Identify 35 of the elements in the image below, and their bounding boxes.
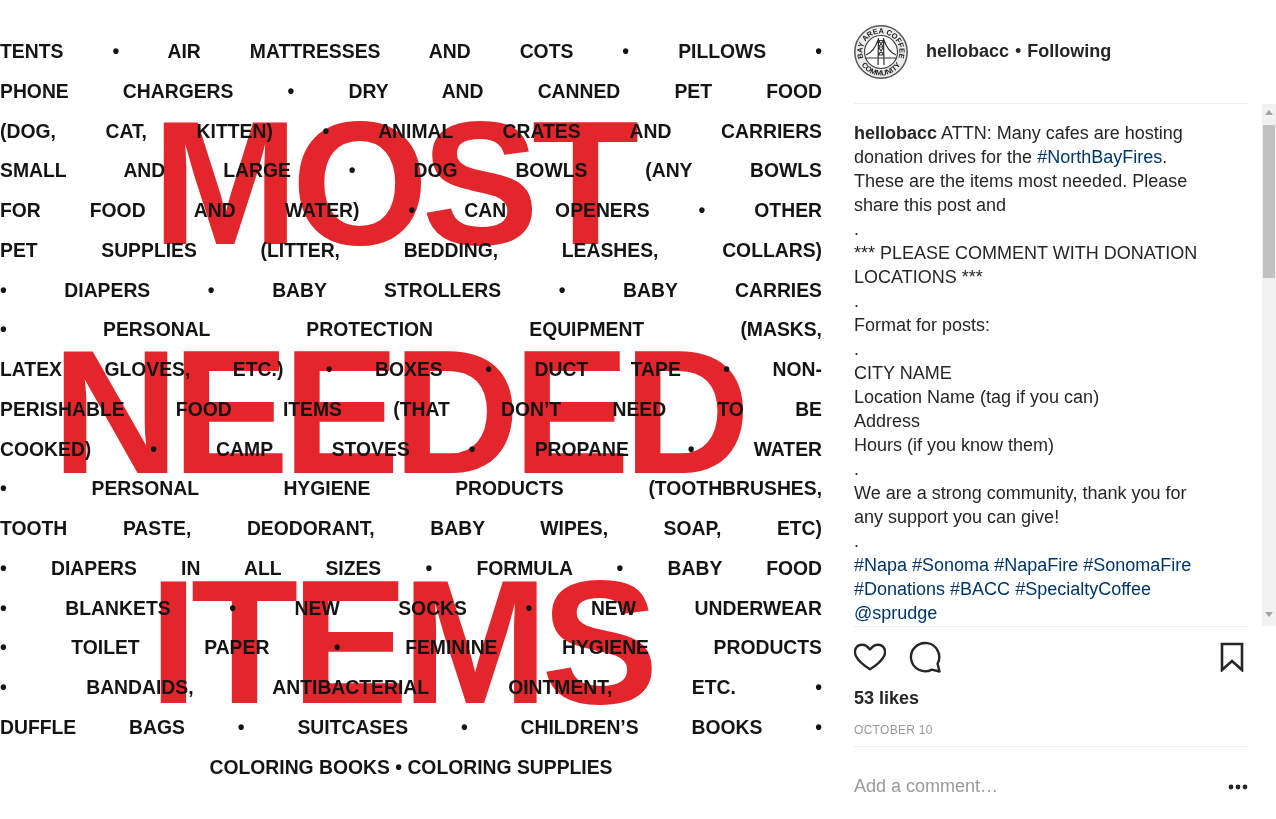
caption-text: hellobacc ATTN: Many cafes are hosting donation drives for the #NorthBayFires. These are the items most needed. Please share this post and (854, 122, 1189, 217)
caption-text: . (854, 338, 859, 361)
caption-text: . (854, 458, 859, 481)
caption-text: Hours (if you know them) (854, 434, 1055, 457)
comment-field[interactable]: Add a comment… (854, 771, 1216, 802)
caption-text: . (854, 290, 859, 313)
caption-text: *** PLEASE COMMENT WITH DONATION LOCATIONS *** (854, 242, 1199, 289)
hashtag-link[interactable]: #Sonoma (912, 555, 990, 575)
more-options-icon[interactable] (1228, 783, 1248, 790)
caption-text: We are a strong community, thank you for any support you can give! (854, 482, 1188, 529)
username-link[interactable]: hellobacc (854, 123, 938, 143)
separator-text: • (1015, 40, 1022, 63)
hashtag-link[interactable]: #BACC (950, 579, 1011, 599)
hashtag-link[interactable]: #SonomaFire (1083, 555, 1192, 575)
hashtag-link[interactable]: #NapaFire (994, 555, 1079, 575)
scrollbar[interactable] (1262, 104, 1276, 626)
username-link[interactable]: hellobacc (926, 38, 1010, 65)
following-button[interactable]: Following (1027, 38, 1112, 65)
hashtag-link[interactable]: #Donations (854, 579, 946, 599)
caption-text: . (854, 530, 859, 553)
caption-text: Format for posts: (854, 314, 991, 337)
caption-text: Location Name (tag if you can) (854, 386, 1100, 409)
caption-text: . (854, 218, 859, 241)
hashtag-link[interactable]: #SpecialtyCoffee (1015, 579, 1151, 599)
post-date: OCTOBER 10 (854, 722, 933, 738)
mention-link[interactable]: @sprudge (854, 603, 938, 623)
likes-count[interactable]: 53 likes (854, 688, 920, 708)
heart-icon[interactable] (854, 641, 886, 673)
caption-text: CITY NAME (854, 362, 952, 385)
comment-bubble-icon[interactable] (909, 641, 941, 673)
hashtag-link[interactable]: #NorthBayFires (1037, 147, 1163, 167)
caption-text: Address (854, 410, 921, 433)
bookmark-icon[interactable] (1219, 642, 1245, 672)
hashtag-link[interactable]: #Napa (854, 555, 908, 575)
scrollbar-thumb[interactable] (1263, 125, 1275, 278)
